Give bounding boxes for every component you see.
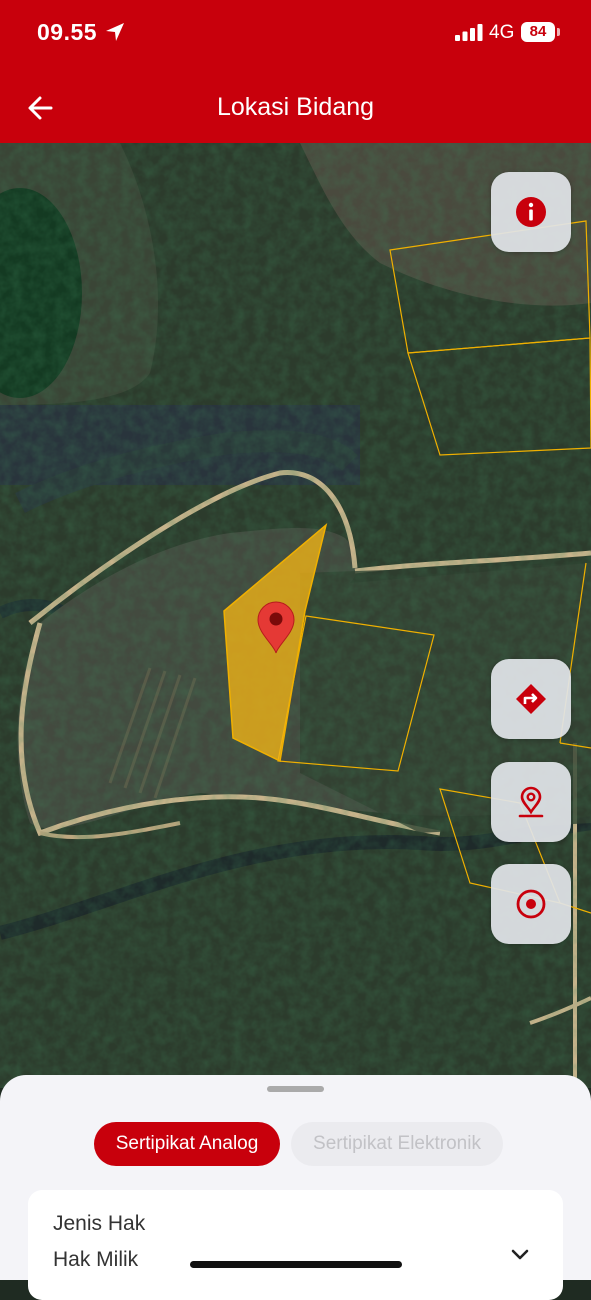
signal-icon (455, 24, 483, 41)
status-bar: 09.55 4G 84 (0, 0, 591, 64)
satellite-map[interactable] (0, 143, 591, 1088)
location-arrow-icon (106, 23, 124, 41)
sheet-grabber[interactable] (267, 1086, 324, 1092)
page-title: Lokasi Bidang (216, 93, 375, 121)
info-icon (516, 197, 546, 227)
field-label: Jenis Hak (53, 1212, 146, 1235)
jenis-hak-card[interactable]: Jenis Hak Hak Milik (28, 1190, 563, 1300)
tab-sertipikat-elektronik[interactable]: Sertipikat Elektronik (291, 1122, 503, 1166)
tab-sertipikat-analog[interactable]: Sertipikat Analog (94, 1122, 280, 1166)
field-value: Hak Milik (53, 1248, 139, 1271)
map-pin-icon[interactable] (256, 601, 296, 655)
target-icon (516, 889, 546, 919)
location-pin-icon (518, 786, 544, 818)
app-header: 09.55 4G 84 Lokasi Bidang (0, 0, 591, 143)
chevron-down-icon[interactable] (508, 1242, 532, 1266)
battery-icon: 84 (521, 22, 555, 42)
bottom-sheet: Sertipikat Analog Sertipikat Elektronik … (0, 1075, 591, 1300)
info-button[interactable] (491, 172, 571, 252)
network-type: 4G (489, 22, 515, 43)
my-location-button[interactable] (491, 864, 571, 944)
status-time: 09.55 (37, 19, 98, 45)
location-button[interactable] (491, 762, 571, 842)
directions-icon (516, 684, 546, 714)
battery-cap (557, 28, 560, 36)
home-indicator (190, 1261, 402, 1268)
directions-button[interactable] (491, 659, 571, 739)
